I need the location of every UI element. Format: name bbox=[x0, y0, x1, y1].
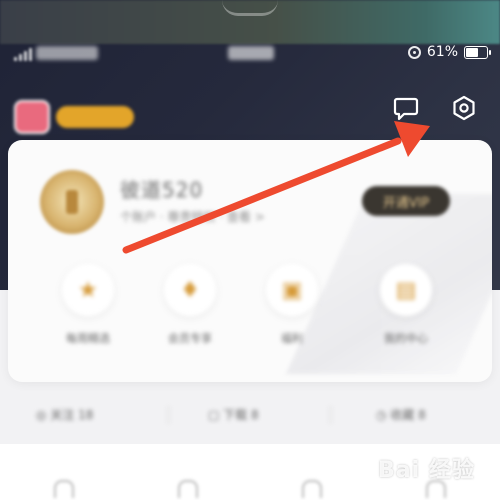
battery-fill bbox=[466, 47, 478, 57]
brand-badge[interactable] bbox=[14, 100, 134, 134]
stat-divider bbox=[330, 406, 331, 424]
stat-divider bbox=[168, 406, 169, 424]
user-subtitle[interactable]: 个账户 · 尊贵特权 · 查看 > bbox=[120, 208, 265, 225]
feature-label: 每周精选 bbox=[66, 332, 110, 345]
status-clock bbox=[228, 46, 274, 60]
battery-icon bbox=[464, 45, 491, 59]
feature-label: 福利 bbox=[281, 332, 303, 345]
vip-button[interactable]: 开通VIP bbox=[362, 186, 450, 216]
feature-item[interactable]: ▤ 我的中心 bbox=[358, 264, 454, 360]
stat-downloads[interactable]: ▢ 下载 8 bbox=[208, 406, 259, 423]
feature-item[interactable]: ♦ 会员专享 bbox=[142, 264, 238, 360]
stat-follow[interactable]: ◎ 关注 18 bbox=[36, 406, 93, 423]
feature-label: 会员专享 bbox=[168, 332, 212, 345]
tab-home-icon[interactable] bbox=[54, 480, 74, 498]
status-bar: 61% bbox=[0, 40, 500, 70]
battery-percent: 61% bbox=[426, 44, 458, 60]
pull-down-handle[interactable] bbox=[222, 0, 278, 16]
gift-box-icon: ▣ bbox=[266, 264, 318, 316]
signal-icon bbox=[14, 48, 32, 61]
tab-library-icon[interactable] bbox=[302, 480, 322, 498]
profile-card: 彼道520 个账户 · 尊贵特权 · 查看 > 开通VIP ★ 每周精选 ♦ 会… bbox=[8, 140, 492, 382]
app-logo-icon bbox=[14, 100, 50, 134]
settings-gear-icon bbox=[453, 95, 475, 121]
diamond-icon: ♦ bbox=[164, 264, 216, 316]
feature-item[interactable]: ▣ 福利 bbox=[244, 264, 340, 360]
feature-label: 我的中心 bbox=[384, 332, 428, 345]
avatar[interactable] bbox=[40, 170, 104, 234]
user-name[interactable]: 彼道520 bbox=[120, 174, 203, 203]
chat-bubble-icon bbox=[393, 97, 419, 121]
chat-button[interactable] bbox=[386, 88, 426, 128]
watermark-logo: Bai 经验 bbox=[378, 458, 475, 483]
brand-tag bbox=[56, 106, 134, 128]
stat-favorites[interactable]: ◷ 收藏 8 bbox=[376, 406, 426, 423]
settings-button[interactable] bbox=[444, 88, 484, 128]
feature-item[interactable]: ★ 每周精选 bbox=[40, 264, 136, 360]
feature-row: ★ 每周精选 ♦ 会员专享 ▣ 福利 ▤ 我的中心 bbox=[8, 264, 492, 364]
location-icon bbox=[407, 45, 421, 59]
star-icon: ★ bbox=[62, 264, 114, 316]
list-icon: ▤ bbox=[380, 264, 432, 316]
tab-discover-icon[interactable] bbox=[178, 480, 198, 498]
carrier-name bbox=[36, 46, 98, 60]
stats-row: ◎ 关注 18 ▢ 下载 8 ◷ 收藏 8 bbox=[0, 396, 500, 436]
status-right: 61% bbox=[407, 44, 491, 60]
